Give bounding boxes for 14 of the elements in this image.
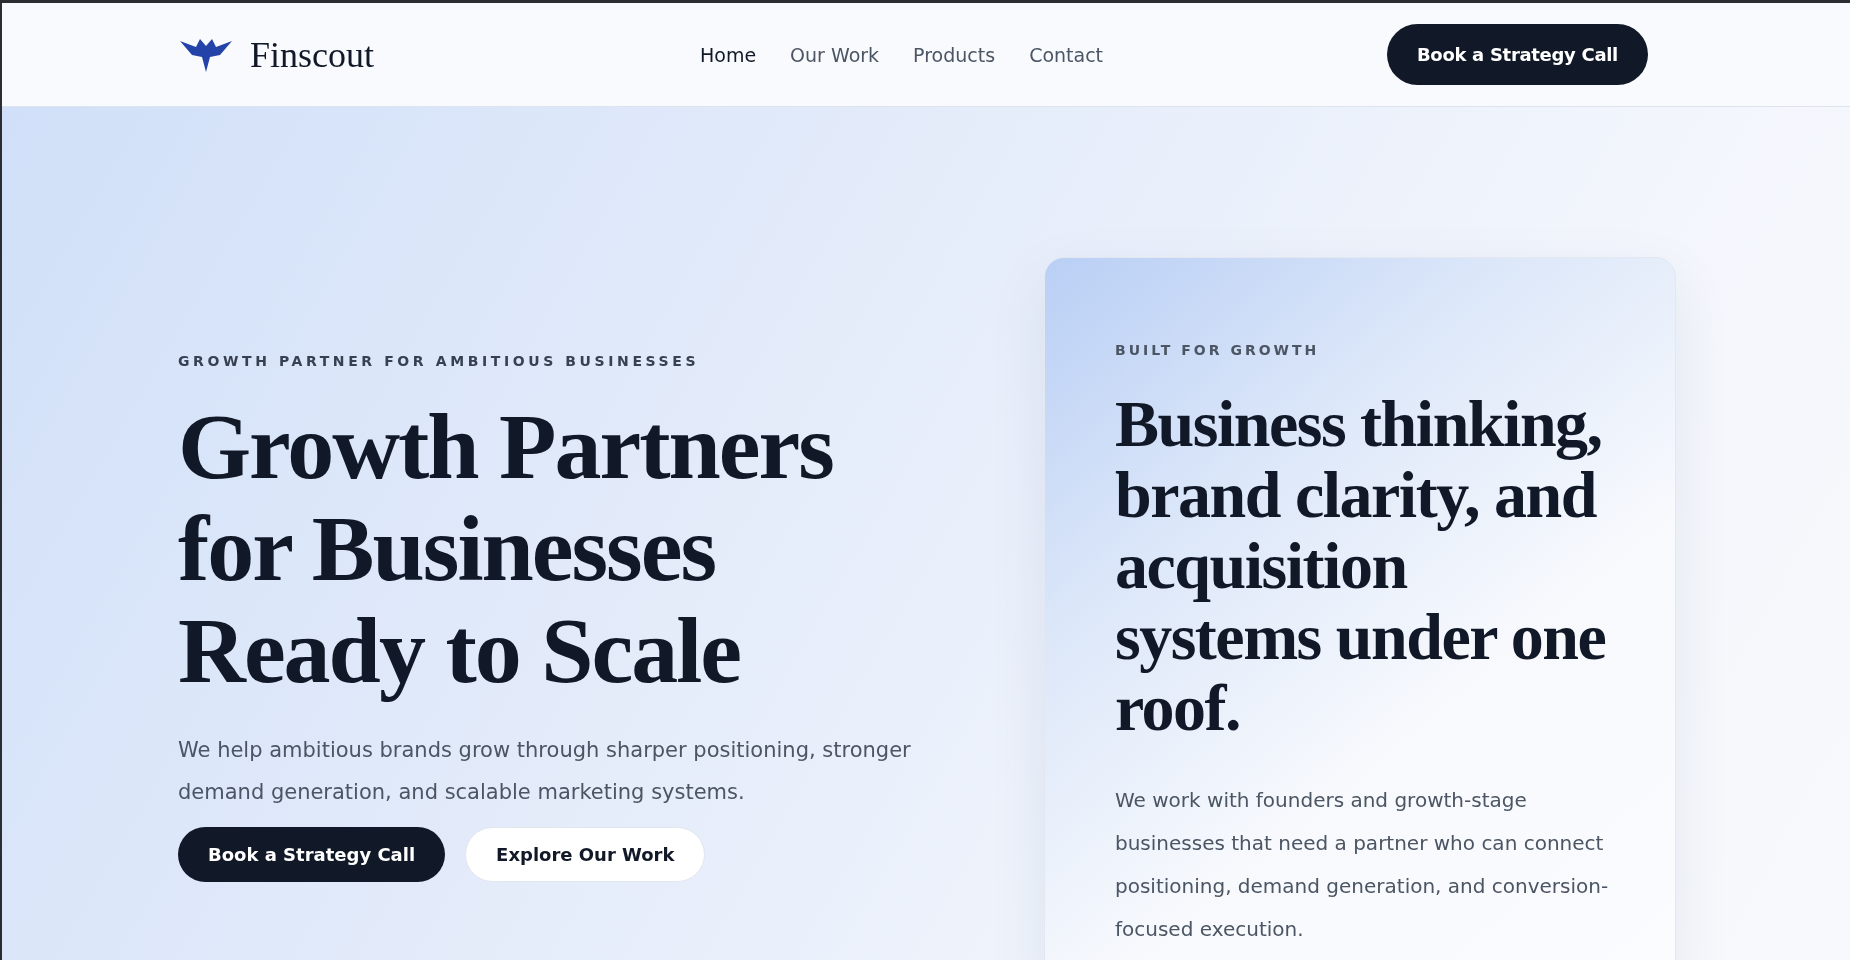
hero-eyebrow: GROWTH PARTNER FOR AMBITIOUS BUSINESSES <box>178 353 701 369</box>
brand-name: Finscout <box>250 33 374 76</box>
card-description: We work with founders and growth-stage businesses that need a partner who can connect positioning, demand generation, and conversion-focused execution. <box>1115 787 1610 943</box>
strategy-call-button[interactable]: Book a Strategy Call <box>178 827 446 882</box>
nav-link[interactable]: Home <box>700 43 757 66</box>
nav-link[interactable]: Products <box>913 43 996 66</box>
explore-work-button[interactable]: Explore Our Work <box>465 827 706 882</box>
strategy-call-button[interactable]: Book a Strategy Call <box>1386 24 1648 85</box>
hero-headline: Growth Partners for Businesses Ready to Scale <box>178 395 834 701</box>
nav-link[interactable]: Our Work <box>790 43 880 66</box>
card-eyebrow: BUILT FOR GROWTH <box>1115 342 1321 358</box>
nav-link[interactable]: Contact <box>1029 43 1104 66</box>
hero-description: We help ambitious brands grow through sharper positioning, stronger demand generation, and scalable marketing systems. <box>178 737 912 806</box>
card-headline: Business thinking, brand clarity, and acquisition systems under one roof. <box>1115 388 1607 743</box>
